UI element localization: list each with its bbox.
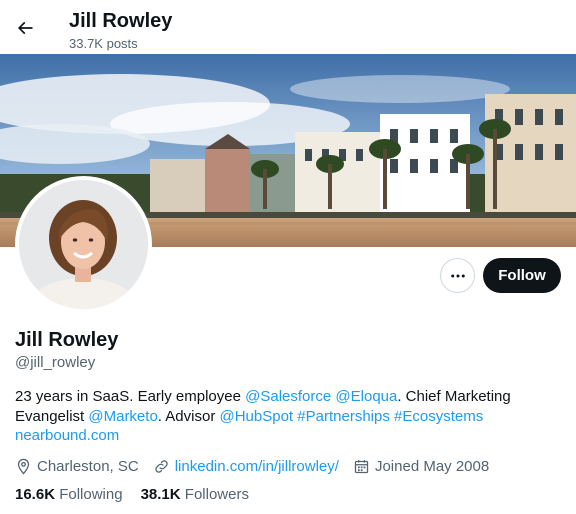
followers-label: Followers <box>184 486 249 503</box>
bio-line-1: 23 years in SaaS. Early employee @Salesf… <box>15 387 535 407</box>
follow-stats: 16.6K Following 38.1K Followers <box>15 486 267 503</box>
mention-hubspot[interactable]: @HubSpot <box>220 408 294 425</box>
followers-link[interactable]: 38.1K Followers <box>141 486 249 503</box>
mention-eloqua[interactable]: @Eloqua <box>335 388 397 405</box>
hashtag-ecosystems[interactable]: #Ecosystems <box>394 408 483 425</box>
more-horizontal-icon <box>450 274 465 277</box>
join-date-text: Joined May 2008 <box>374 457 490 475</box>
arrow-left-icon <box>17 21 33 35</box>
bio-line-3: nearbound.com <box>15 426 535 446</box>
bio-text: 23 years in SaaS. Early employee <box>15 388 246 405</box>
bio-line-2: Evangelist @Marketo. Advisor @HubSpot #P… <box>15 407 535 427</box>
bio-text: . Chief Marketing <box>397 388 511 405</box>
profile-name: Jill Rowley <box>15 329 119 351</box>
avatar[interactable] <box>15 176 152 313</box>
bio-text: Evangelist <box>15 407 89 425</box>
bio-text: . Advisor <box>157 407 220 425</box>
profile-handle: @jill_rowley <box>15 354 96 371</box>
bio-website-link[interactable]: nearbound.com <box>15 427 119 444</box>
location-text: Charleston, SC <box>37 457 139 475</box>
followers-count: 38.1K <box>140 486 181 503</box>
mention-marketo[interactable]: @Marketo <box>88 408 157 425</box>
profile-bio: 23 years in SaaS. Early employee @Salesf… <box>15 387 535 446</box>
follow-button[interactable]: Follow <box>483 258 561 293</box>
header-title: Jill Rowley <box>69 10 173 32</box>
mention-salesforce[interactable]: @Salesforce <box>245 388 331 405</box>
following-link[interactable]: 16.6K Following <box>15 486 123 503</box>
more-options-button[interactable] <box>440 258 475 293</box>
join-date: Joined May 2008 <box>353 458 489 475</box>
profile-link: linkedin.com/in/jillrowley/ <box>153 458 339 475</box>
post-count: 33.7K posts <box>69 36 138 51</box>
profile-meta: Charleston, SC linkedin.com/in/jillrowle… <box>15 456 503 476</box>
hashtag-partnerships[interactable]: #Partnerships <box>297 408 390 425</box>
link-icon <box>155 459 168 473</box>
calendar-icon <box>354 459 369 473</box>
following-count: 16.6K <box>15 486 56 503</box>
following-label: Following <box>59 486 123 503</box>
back-button[interactable] <box>8 11 42 45</box>
profile-link-url[interactable]: linkedin.com/in/jillrowley/ <box>175 458 339 475</box>
avatar-image <box>19 180 148 309</box>
profile-header: Jill Rowley 33.7K posts <box>0 0 576 54</box>
location: Charleston, SC <box>15 458 139 475</box>
location-pin-icon <box>17 458 30 475</box>
